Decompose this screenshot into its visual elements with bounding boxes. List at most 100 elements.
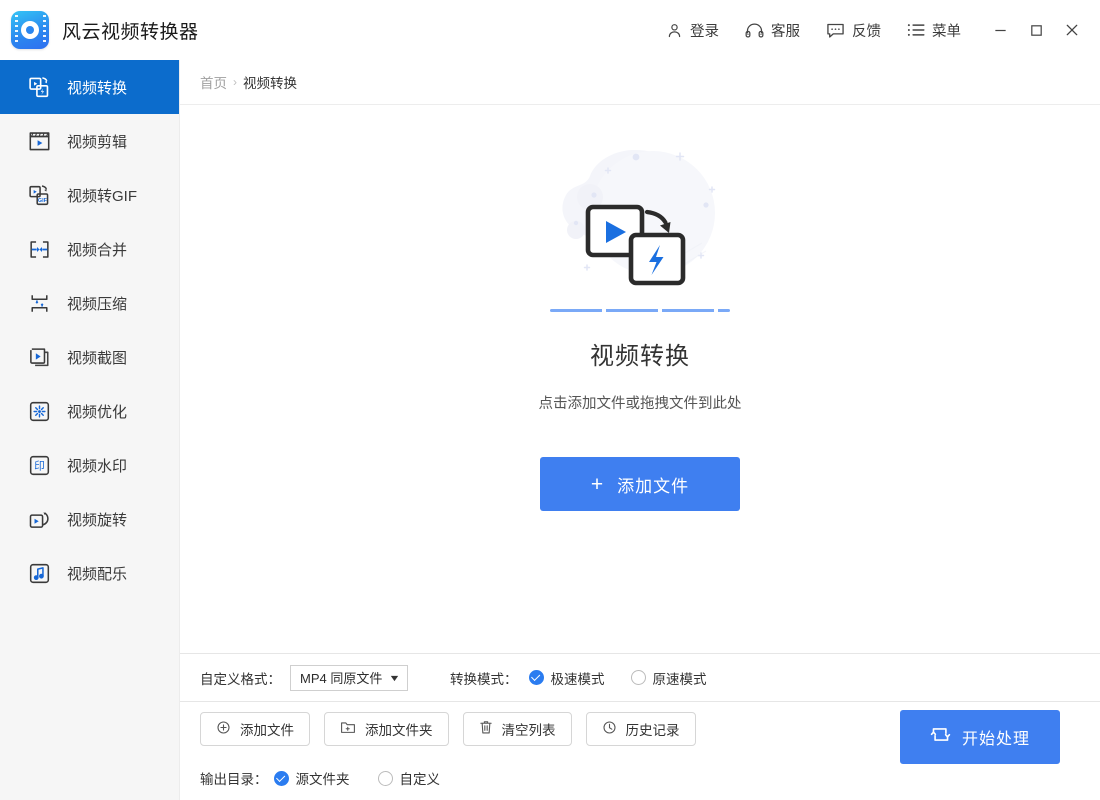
sidebar-item-video-screenshot[interactable]: 视频截图 xyxy=(0,330,179,384)
app-body: 视频转换 视频剪辑 xyxy=(0,60,1100,800)
login-label: 登录 xyxy=(690,20,719,41)
title-bar: 风云视频转换器 登录 xyxy=(0,0,1100,60)
sidebar-item-label: 视频配乐 xyxy=(67,563,127,584)
radio-empty-icon xyxy=(378,771,393,786)
svg-text:GIF: GIF xyxy=(37,197,47,203)
video-app-icon xyxy=(11,11,49,49)
sidebar-item-video-watermark[interactable]: 印 视频水印 xyxy=(0,438,179,492)
video-optimize-icon xyxy=(27,399,51,423)
start-process-button[interactable]: 开始处理 xyxy=(900,710,1060,764)
radio-fast-mode-label: 极速模式 xyxy=(551,668,605,688)
radio-fast-mode[interactable]: 极速模式 xyxy=(529,668,605,688)
video-merge-icon xyxy=(27,237,51,261)
video-rotate-icon xyxy=(27,507,51,531)
sidebar-item-video-rotate[interactable]: 视频旋转 xyxy=(0,492,179,546)
illustration-dash-line xyxy=(550,309,730,312)
sidebar-item-video-to-gif[interactable]: GIF 视频转GIF xyxy=(0,168,179,222)
breadcrumb: 首页 › 视频转换 xyxy=(180,60,1100,105)
svg-text:印: 印 xyxy=(34,460,45,472)
folder-plus-icon xyxy=(340,720,356,738)
add-file-button[interactable]: 添加文件 xyxy=(200,712,310,746)
radio-source-folder-label: 源文件夹 xyxy=(296,768,350,788)
sidebar-item-label: 视频截图 xyxy=(67,347,127,368)
sidebar: 视频转换 视频剪辑 xyxy=(0,60,180,800)
video-music-icon xyxy=(27,561,51,585)
video-screenshot-icon xyxy=(27,345,51,369)
sidebar-item-label: 视频转GIF xyxy=(67,185,137,206)
feedback-label: 反馈 xyxy=(852,20,881,41)
sidebar-item-video-convert[interactable]: 视频转换 xyxy=(0,60,179,114)
sidebar-item-video-optimize[interactable]: 视频优化 xyxy=(0,384,179,438)
video-to-gif-icon: GIF xyxy=(27,183,51,207)
add-folder-button[interactable]: 添加文件夹 xyxy=(324,712,449,746)
toolbar-row: 添加文件 添加文件夹 xyxy=(180,702,1100,756)
sidebar-item-label: 视频剪辑 xyxy=(67,131,127,152)
add-file-button-label: 添加文件 xyxy=(240,719,294,739)
app-title: 风云视频转换器 xyxy=(62,17,199,44)
video-watermark-icon: 印 xyxy=(27,453,51,477)
content-area: 首页 › 视频转换 xyxy=(180,60,1100,800)
radio-check-icon xyxy=(274,771,289,786)
format-settings-row: 自定义格式： MP4 同原文件 ▼ 转换模式： 极速模式 原速模式 xyxy=(180,654,1100,701)
menu-label: 菜单 xyxy=(932,20,961,41)
radio-empty-icon xyxy=(631,670,646,685)
sidebar-item-label: 视频旋转 xyxy=(67,509,127,530)
start-process-label: 开始处理 xyxy=(962,725,1030,749)
footer: 自定义格式： MP4 同原文件 ▼ 转换模式： 极速模式 原速模式 xyxy=(180,653,1100,800)
chat-bubble-icon xyxy=(826,22,845,39)
add-folder-button-label: 添加文件夹 xyxy=(365,719,433,739)
output-dir-label: 输出目录： xyxy=(200,768,268,788)
headset-icon xyxy=(745,22,764,39)
menu-button[interactable]: 菜单 xyxy=(894,10,974,50)
drop-hint: 点击添加文件或拖拽文件到此处 xyxy=(539,392,742,413)
video-clip-icon xyxy=(27,129,51,153)
video-compress-icon xyxy=(27,291,51,315)
feedback-button[interactable]: 反馈 xyxy=(813,10,894,50)
clear-list-button[interactable]: 清空列表 xyxy=(463,712,572,746)
sidebar-item-label: 视频优化 xyxy=(67,401,127,422)
user-icon xyxy=(666,22,683,39)
video-convert-icon xyxy=(27,75,51,99)
radio-source-folder[interactable]: 源文件夹 xyxy=(274,768,350,788)
sidebar-item-label: 视频压缩 xyxy=(67,293,127,314)
sidebar-item-video-merge[interactable]: 视频合并 xyxy=(0,222,179,276)
convert-mode-label: 转换模式： xyxy=(450,668,518,688)
history-button[interactable]: 历史记录 xyxy=(586,712,696,746)
sidebar-item-label: 视频水印 xyxy=(67,455,127,476)
breadcrumb-separator: › xyxy=(233,75,237,89)
history-button-label: 历史记录 xyxy=(626,719,680,739)
page-title: 视频转换 xyxy=(590,336,690,371)
format-select[interactable]: MP4 同原文件 ▼ xyxy=(290,665,408,691)
sidebar-item-video-clip[interactable]: 视频剪辑 xyxy=(0,114,179,168)
close-button[interactable] xyxy=(1054,10,1090,50)
list-menu-icon xyxy=(907,22,925,38)
convert-mode-group: 转换模式： 极速模式 原速模式 xyxy=(450,668,707,688)
radio-normal-mode[interactable]: 原速模式 xyxy=(631,668,707,688)
radio-check-icon xyxy=(529,670,544,685)
file-drop-area[interactable]: 视频转换 点击添加文件或拖拽文件到此处 + 添加文件 xyxy=(180,105,1100,653)
app-window: 风云视频转换器 登录 xyxy=(0,0,1100,800)
video-convert-illustration xyxy=(490,135,790,305)
sidebar-item-video-music[interactable]: 视频配乐 xyxy=(0,546,179,600)
plus-icon: + xyxy=(591,474,604,495)
trash-icon xyxy=(479,720,493,738)
add-file-main-label: 添加文件 xyxy=(617,472,689,497)
titlebar-actions: 登录 客服 xyxy=(653,0,1100,60)
format-label: 自定义格式： xyxy=(200,668,281,688)
radio-custom-folder[interactable]: 自定义 xyxy=(378,768,441,788)
sidebar-item-label: 视频合并 xyxy=(67,239,127,260)
sidebar-item-video-compress[interactable]: 视频压缩 xyxy=(0,276,179,330)
breadcrumb-home[interactable]: 首页 xyxy=(200,72,227,92)
support-button[interactable]: 客服 xyxy=(732,10,813,50)
format-select-value: MP4 同原文件 xyxy=(300,668,382,687)
breadcrumb-current: 视频转换 xyxy=(243,72,297,92)
add-file-main-button[interactable]: + 添加文件 xyxy=(540,457,740,511)
radio-normal-mode-label: 原速模式 xyxy=(653,668,707,688)
clock-icon xyxy=(602,720,617,738)
support-label: 客服 xyxy=(771,20,800,41)
chevron-down-icon: ▼ xyxy=(388,673,400,683)
radio-custom-folder-label: 自定义 xyxy=(400,768,441,788)
minimize-button[interactable] xyxy=(982,10,1018,50)
maximize-button[interactable] xyxy=(1018,10,1054,50)
login-button[interactable]: 登录 xyxy=(653,10,732,50)
